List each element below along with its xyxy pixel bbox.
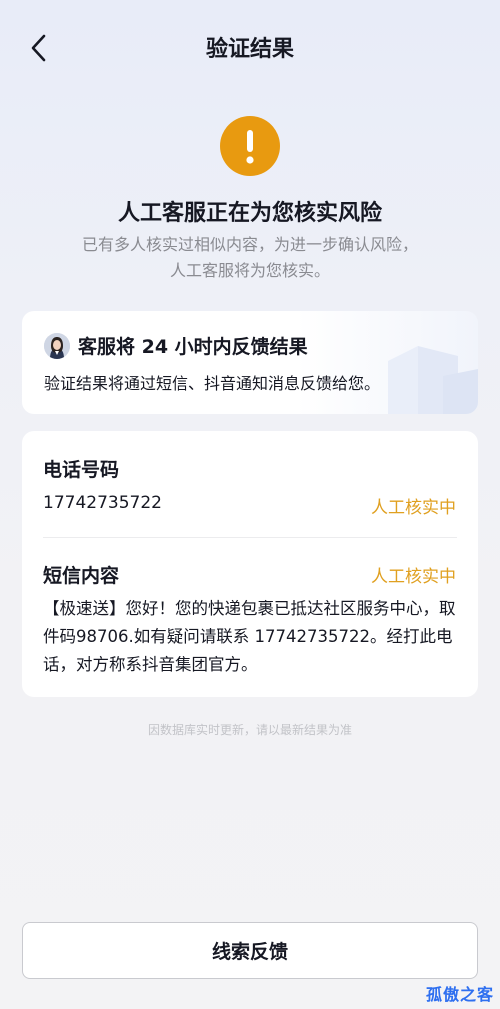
- service-subtitle: 验证结果将通过短信、抖音通知消息反馈给您。: [44, 374, 381, 393]
- phone-label: 电话号码: [43, 459, 120, 481]
- service-card: 客服将 24 小时内反馈结果 验证结果将通过短信、抖音通知消息反馈给您。: [22, 311, 478, 414]
- phone-status-badge: 人工核实中: [371, 498, 456, 518]
- notice-description: 已有多人核实过相似内容，为进一步确认风险， 人工客服将为您核实。: [60, 232, 440, 284]
- notice-description-line: 人工客服将为您核实。: [169, 261, 330, 280]
- footnote: 因数据库实时更新，请以最新结果为准: [147, 723, 352, 737]
- sms-status-badge: 人工核实中: [371, 567, 456, 587]
- notice-headline: 人工客服正在为您核实风险: [117, 201, 382, 226]
- navigation-bar: 验证结果: [0, 0, 500, 94]
- sms-content: 【极速送】您好！您的快递包裹已抵达社区服务中心，取件码98706.如有疑问请联系…: [43, 599, 456, 674]
- exclamation-icon: [220, 116, 280, 176]
- service-title: 客服将 24 小时内反馈结果: [78, 336, 308, 358]
- building-decoration-icon: [388, 346, 478, 414]
- agent-avatar: [44, 333, 70, 359]
- watermark: 孤傲之客: [425, 985, 494, 1004]
- phone-number: 17742735722: [43, 493, 162, 513]
- page-title: 验证结果: [205, 37, 294, 62]
- verification-info-card: 电话号码 17742735722 人工核实中 短信内容 人工核实中 【极速送】您…: [22, 431, 478, 697]
- notice-description-line: 已有多人核实过相似内容，为进一步确认风险，: [81, 235, 418, 254]
- clue-feedback-button[interactable]: 线索反馈: [22, 922, 478, 979]
- divider: [43, 537, 457, 538]
- sms-label: 短信内容: [43, 565, 120, 587]
